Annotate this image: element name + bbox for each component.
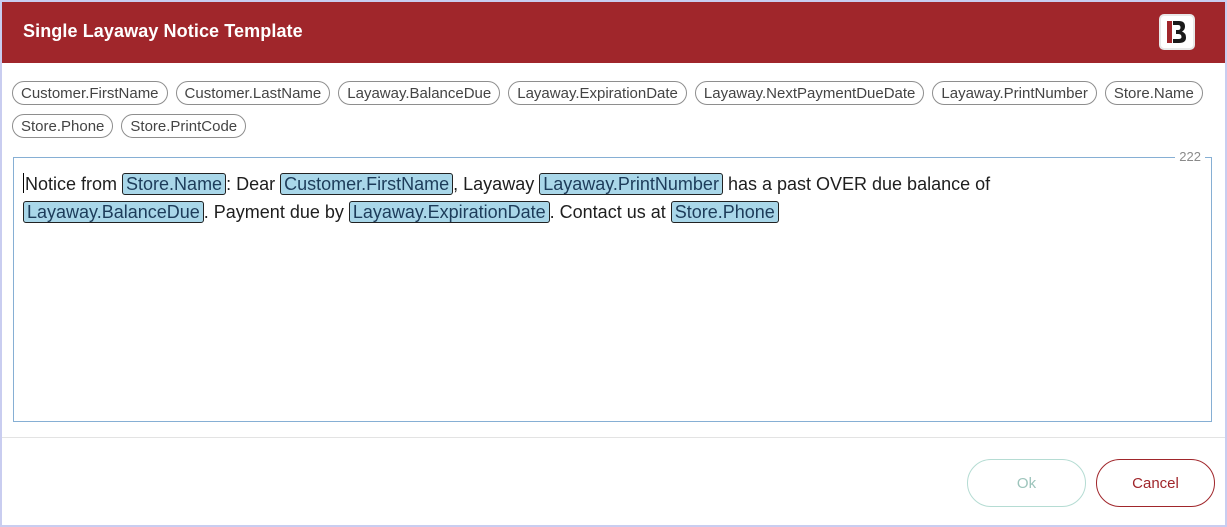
text-segment: : Dear: [226, 174, 281, 194]
chip-layaway-nextpaymentduedate[interactable]: Layaway.NextPaymentDueDate: [694, 81, 925, 105]
b-logo-icon: [1159, 14, 1195, 50]
dialog-title: Single Layaway Notice Template: [23, 21, 303, 41]
chip-store-name[interactable]: Store.Name: [1104, 81, 1203, 105]
text-caret: [23, 173, 24, 193]
text-segment: . Contact us at: [549, 202, 671, 222]
placeholder-chip-list: Customer.FirstName Customer.LastName Lay…: [12, 81, 1212, 147]
token-layaway-printnumber[interactable]: Layaway.PrintNumber: [539, 173, 723, 195]
chip-layaway-printnumber[interactable]: Layaway.PrintNumber: [932, 81, 1097, 105]
token-layaway-expirationdate[interactable]: Layaway.ExpirationDate: [348, 201, 550, 223]
chip-layaway-expirationdate[interactable]: Layaway.ExpirationDate: [508, 81, 687, 105]
token-customer-firstname[interactable]: Customer.FirstName: [280, 173, 454, 195]
template-text[interactable]: Notice from Store.Name: Dear Customer.Fi…: [23, 170, 1193, 226]
text-segment: Notice from: [25, 174, 123, 194]
template-editor[interactable]: 222 Notice from Store.Name: Dear Custome…: [13, 149, 1212, 422]
chip-customer-lastname[interactable]: Customer.LastName: [175, 81, 331, 105]
chip-row-1: Customer.FirstName Customer.LastName Lay…: [12, 81, 1212, 105]
token-store-phone[interactable]: Store.Phone: [670, 201, 779, 223]
ok-button[interactable]: Ok: [967, 459, 1086, 507]
chip-store-phone[interactable]: Store.Phone: [12, 114, 114, 138]
character-count: 222: [1175, 149, 1205, 164]
dialog-titlebar: Single Layaway Notice Template: [2, 2, 1225, 63]
chip-customer-firstname[interactable]: Customer.FirstName: [12, 81, 168, 105]
layaway-notice-dialog: Single Layaway Notice Template Customer.…: [0, 0, 1227, 527]
chip-store-printcode[interactable]: Store.PrintCode: [121, 114, 247, 138]
chip-row-2: Store.Phone Store.PrintCode: [12, 114, 1212, 138]
text-segment: , Layaway: [453, 174, 540, 194]
footer-divider: [2, 437, 1225, 438]
token-store-name[interactable]: Store.Name: [122, 173, 227, 195]
chip-layaway-balancedue[interactable]: Layaway.BalanceDue: [338, 81, 501, 105]
text-segment: has a past OVER due balance of: [722, 174, 991, 194]
token-layaway-balancedue[interactable]: Layaway.BalanceDue: [23, 201, 204, 223]
cancel-button[interactable]: Cancel: [1096, 459, 1215, 507]
text-segment: . Payment due by: [203, 202, 349, 222]
